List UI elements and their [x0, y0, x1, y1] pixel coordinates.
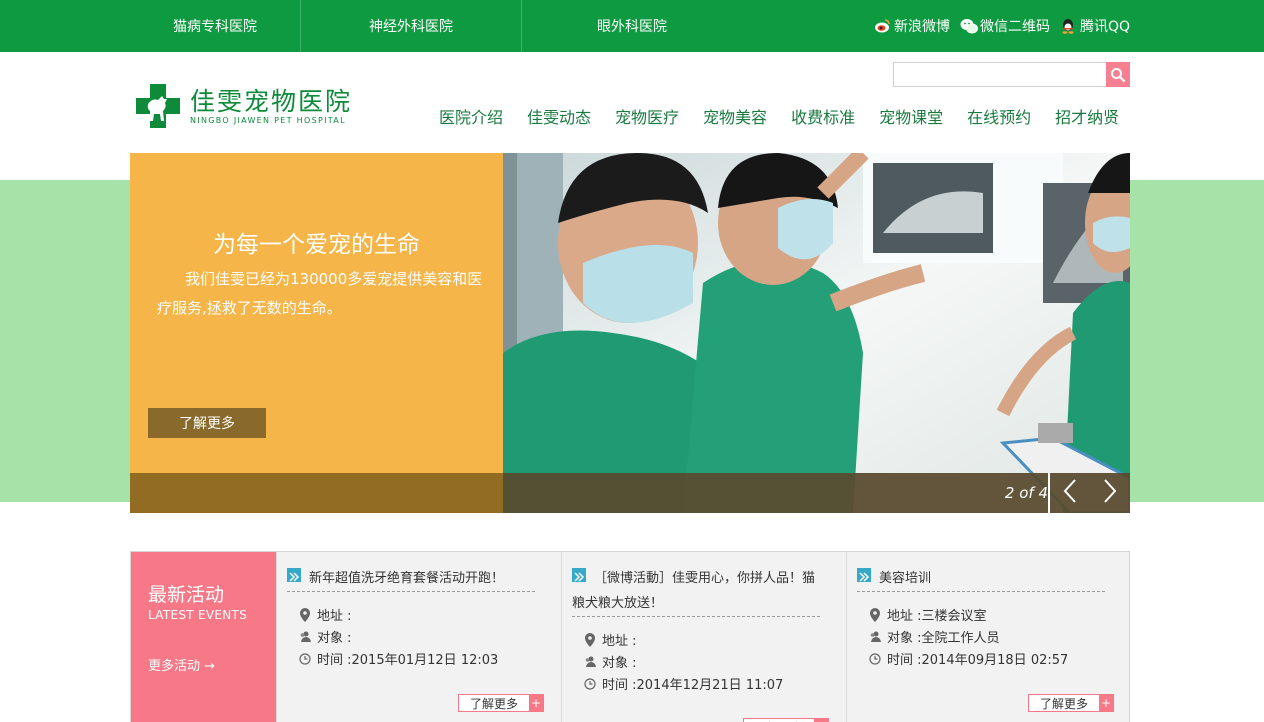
logo-title: 佳雯宠物医院 — [190, 86, 353, 116]
events-header: 最新活动 LATEST EVENTS 更多活动 → — [131, 552, 276, 722]
nav-booking[interactable]: 在线预约 — [955, 106, 1043, 130]
wechat-icon — [960, 18, 978, 34]
event-time: 时间 :2014年09月18日 02:57 — [869, 649, 1068, 668]
slide-text-panel: 为每一个爱宠的生命 我们佳雯已经为130000多爱宠提供美容和医疗服务,拯救了无… — [130, 153, 503, 513]
weibo-label: 新浪微博 — [893, 19, 950, 35]
slide-arrows — [1048, 473, 1130, 513]
double-arrow-icon — [287, 568, 301, 582]
users-icon — [869, 630, 881, 644]
learn-more-button[interactable]: 了解更多 — [148, 408, 266, 438]
search-icon — [1111, 67, 1126, 82]
event-title-text: ［微博活動］佳雯用心，你拼人品！猫粮犬粮大放送！ — [572, 571, 816, 611]
nav-grooming[interactable]: 宠物美容 — [691, 106, 779, 130]
hospital-link-eye[interactable]: 眼外科医院 — [522, 0, 742, 52]
event-audience: 对象 : 全院工作人员 — [869, 627, 1000, 646]
event-audience: 对象 : — [299, 627, 352, 646]
events-subtitle: LATEST EVENTS — [148, 608, 248, 622]
nav-pricing[interactable]: 收费标准 — [779, 106, 867, 130]
clock-icon — [299, 652, 311, 666]
search-input[interactable] — [894, 63, 1106, 86]
event-title[interactable]: ［微博活動］佳雯用心，你拼人品！猫粮犬粮大放送！ — [572, 566, 820, 617]
nav-news[interactable]: 佳雯动态 — [515, 106, 603, 130]
nav-careers[interactable]: 招才纳贤 — [1043, 106, 1131, 130]
nav-classroom[interactable]: 宠物课堂 — [867, 106, 955, 130]
event-address: 地址 : — [299, 605, 352, 624]
event-card: 美容培训 地址 : 三楼会议室 对象 : 全院工作人员 时间 :2014年09月18… — [846, 552, 1130, 722]
event-title[interactable]: 美容培训 — [857, 566, 1105, 592]
event-audience: 对象 : — [584, 652, 637, 671]
qq-label: 腾讯QQ — [1079, 19, 1130, 35]
hospital-link-cat[interactable]: 猫病专科医院 — [130, 0, 300, 52]
slide-photo-vets — [503, 153, 1130, 513]
slide-description: 我们佳雯已经为130000多爱宠提供美容和医疗服务,拯救了无数的生命。 — [157, 270, 483, 317]
location-pin-icon — [869, 607, 881, 622]
main-nav: 医院介绍 佳雯动态 宠物医疗 宠物美容 收费标准 宠物课堂 在线预约 招才纳贤 — [427, 106, 1131, 130]
weibo-icon — [874, 18, 890, 34]
event-time: 时间 :2015年01月12日 12:03 — [299, 649, 498, 668]
next-arrow-icon[interactable] — [1102, 478, 1118, 508]
event-learn-more-button[interactable]: 了解更多+ — [458, 694, 544, 712]
latest-events: 最新活动 LATEST EVENTS 更多活动 → 新年超值洗牙绝育套餐活动开跑… — [130, 551, 1130, 722]
event-card: ［微博活動］佳雯用心，你拼人品！猫粮犬粮大放送！ 地址 : 对象 : 时间 :2… — [561, 552, 846, 722]
qq-icon — [1060, 18, 1076, 34]
wechat-link[interactable]: 微信二维码 — [960, 16, 1050, 36]
weibo-link[interactable]: 新浪微博 — [874, 16, 950, 36]
hero-slider: 为每一个爱宠的生命 我们佳雯已经为130000多爱宠提供美容和医疗服务,拯救了无… — [130, 153, 1130, 513]
top-bar: 猫病专科医院 神经外科医院 眼外科医院 新浪微博 微信二维码 腾讯QQ — [0, 0, 1264, 52]
logo-subtitle: NINGBO JIAWEN PET HOSPITAL — [190, 115, 346, 125]
plus-icon: + — [529, 695, 543, 711]
event-time: 时间 :2014年12月21日 11:07 — [584, 674, 783, 693]
event-learn-more-button[interactable]: 了解更多+ — [1028, 694, 1114, 712]
social-links: 新浪微博 微信二维码 腾讯QQ — [870, 0, 1130, 52]
more-events-link[interactable]: 更多活动 → — [148, 655, 215, 674]
location-pin-icon — [584, 632, 596, 647]
search-button[interactable] — [1106, 62, 1130, 87]
location-pin-icon — [299, 607, 311, 622]
clock-icon — [869, 652, 881, 666]
logo-cross-icon — [134, 82, 182, 130]
hospital-link-neuro[interactable]: 神经外科医院 — [301, 0, 521, 52]
double-arrow-icon — [857, 568, 871, 582]
nav-medical[interactable]: 宠物医疗 — [603, 106, 691, 130]
users-icon — [584, 655, 596, 669]
users-icon — [299, 630, 311, 644]
slide-counter: 2 of 4 — [1004, 484, 1048, 502]
event-title[interactable]: 新年超值洗牙绝育套餐活动开跑！ — [287, 566, 535, 592]
event-card: 新年超值洗牙绝育套餐活动开跑！ 地址 : 对象 : 时间 :2015年01月12… — [276, 552, 561, 722]
event-address: 地址 : — [584, 630, 637, 649]
prev-arrow-icon[interactable] — [1062, 478, 1078, 508]
event-learn-more-button[interactable]: 了解更多+ — [743, 718, 829, 722]
qq-link[interactable]: 腾讯QQ — [1060, 16, 1130, 36]
search-box — [893, 62, 1130, 87]
plus-icon: + — [1099, 695, 1113, 711]
wechat-label: 微信二维码 — [979, 19, 1050, 35]
nav-about[interactable]: 医院介绍 — [427, 106, 515, 130]
clock-icon — [584, 677, 596, 691]
site-logo[interactable]: 佳雯宠物医院 NINGBO JIAWEN PET HOSPITAL — [134, 82, 352, 130]
event-address: 地址 : 三楼会议室 — [869, 605, 987, 624]
double-arrow-icon — [572, 568, 586, 582]
event-title-text: 新年超值洗牙绝育套餐活动开跑！ — [309, 571, 505, 586]
event-title-text: 美容培训 — [879, 571, 932, 586]
slide-title: 为每一个爱宠的生命 — [213, 232, 420, 258]
events-title: 最新活动 — [148, 584, 225, 606]
